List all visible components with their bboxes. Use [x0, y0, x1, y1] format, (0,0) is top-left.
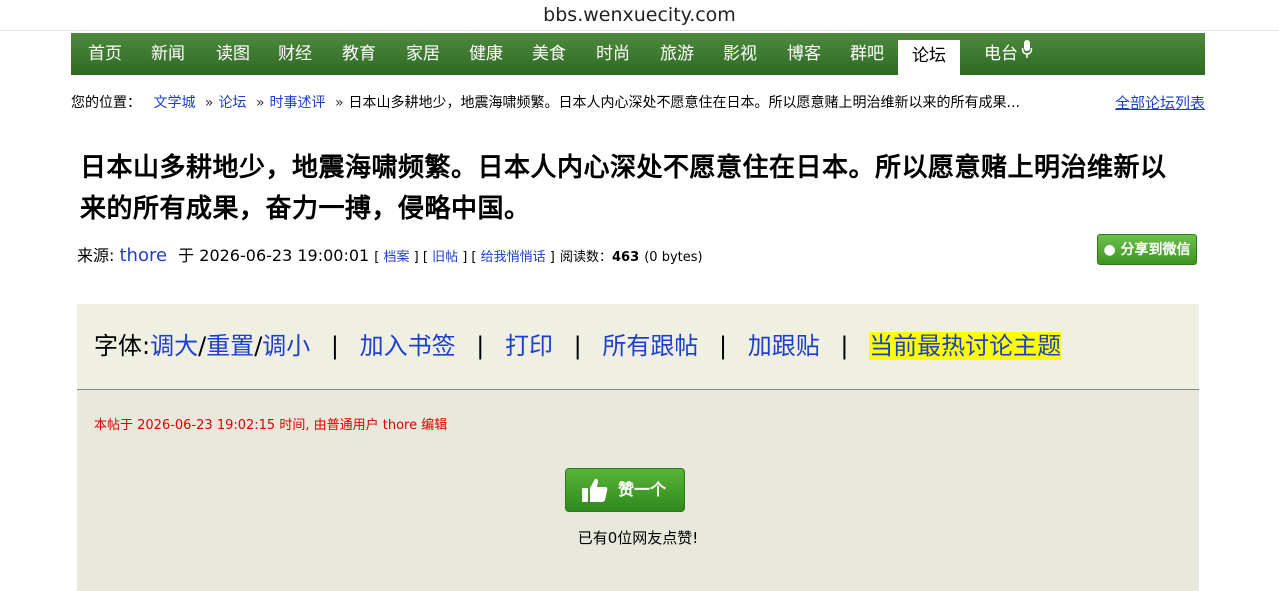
archive-bracket: [ 档案 ] [ 旧帖 ] [ 给我悄悄话 ]: [374, 250, 555, 265]
nav-item-finance[interactable]: 财经: [278, 33, 312, 75]
font-reset-link[interactable]: 重置: [206, 332, 254, 360]
reads-label: 阅读数：: [559, 250, 612, 265]
post-meta: 来源: thore 于 2026-06-23 19:00:01 [ 档案 ] […: [77, 245, 703, 269]
like-count: 已有0位网友点赞!: [577, 529, 699, 547]
nav-item-food[interactable]: 美食: [532, 33, 566, 75]
address-bar[interactable]: bbs.wenxuecity.com: [0, 0, 1279, 31]
breadcrumb-link-current-affairs[interactable]: 时事述评: [270, 95, 326, 111]
slash: /: [198, 332, 207, 360]
post-body: 本帖于 2026-06-23 19:02:15 时间, 由普通用户 thore …: [77, 390, 1199, 591]
thumbs-up-icon: [580, 475, 610, 509]
at-label: 于: [178, 246, 195, 265]
nav-item-radio[interactable]: 电台: [984, 33, 1033, 75]
old-posts-link[interactable]: 旧帖: [432, 250, 458, 265]
breadcrumb-link-wenxuecity[interactable]: 文学城: [153, 95, 195, 111]
nav-item-health[interactable]: 健康: [469, 33, 503, 75]
breadcrumb-link-forum[interactable]: 论坛: [218, 95, 246, 111]
divider: |: [840, 332, 849, 360]
nav-item-education[interactable]: 教育: [342, 33, 376, 75]
post-datetime: 2026-06-23 19:00:01: [199, 246, 370, 265]
edit-note: 本帖于 2026-06-23 19:02:15 时间, 由普通用户 thore …: [94, 418, 448, 433]
divider: |: [330, 332, 340, 360]
share-wechat-label: 分享到微信: [1120, 242, 1191, 258]
author-link[interactable]: thore: [120, 245, 168, 266]
whisper-link[interactable]: 给我悄悄话: [481, 250, 546, 265]
like-button[interactable]: 赞一个: [565, 468, 685, 512]
breadcrumb-current: 日本山多耕地少，地震海啸频繁。日本人内心深处不愿意住在日本。所以愿意赌上明治维新…: [348, 95, 1020, 111]
breadcrumb-separator: »: [204, 95, 214, 111]
nav-item-fashion[interactable]: 时尚: [596, 33, 630, 75]
nav-item-travel[interactable]: 旅游: [660, 33, 694, 75]
divider: |: [573, 332, 582, 360]
post-toolbar: 字体:调大/重置/调小 | 加入书签 | 打印 | 所有跟帖 | 加跟贴 | 当…: [77, 304, 1199, 390]
breadcrumb-separator: »: [255, 95, 265, 111]
wechat-icon: ●: [1103, 242, 1116, 258]
breadcrumb: 您的位置： 文学城 » 论坛 » 时事述评 » 日本山多耕地少，地震海啸频繁。日本人内…: [71, 92, 1205, 114]
nav-item-radio-label: 电台: [984, 44, 1018, 64]
microphone-icon: [1021, 33, 1033, 75]
bookmark-link[interactable]: 加入书签: [360, 332, 456, 360]
main-nav: 首页 新闻 读图 财经 教育 家居 健康 美食 时尚 旅游 影视 博客 群吧 论…: [71, 33, 1205, 75]
font-label: 字体:: [94, 332, 151, 360]
nav-item-groups[interactable]: 群吧: [850, 33, 884, 75]
reply-link[interactable]: 加跟贴: [748, 332, 820, 360]
divider: |: [719, 332, 728, 360]
nav-item-home-living[interactable]: 家居: [406, 33, 440, 75]
divider: |: [476, 332, 485, 360]
font-smaller-link[interactable]: 调小: [262, 332, 310, 360]
nav-item-pictures[interactable]: 读图: [216, 33, 250, 75]
hot-topics-link[interactable]: 当前最热讨论主题: [869, 332, 1062, 360]
all-forums-link[interactable]: 全部论坛列表: [1115, 92, 1205, 114]
post-size: (0 bytes): [644, 250, 703, 265]
post-title: 日本山多耕地少，地震海啸频繁。日本人内心深处不愿意住在日本。所以愿意赌上明治维新…: [80, 153, 1167, 224]
nav-item-forum[interactable]: 论坛: [898, 40, 960, 75]
share-wechat-button[interactable]: ● 分享到微信: [1097, 234, 1197, 265]
print-link[interactable]: 打印: [505, 332, 553, 360]
nav-item-movies[interactable]: 影视: [723, 33, 757, 75]
all-replies-link[interactable]: 所有跟帖: [602, 332, 698, 360]
breadcrumb-separator: »: [334, 95, 344, 111]
nav-item-home[interactable]: 首页: [88, 33, 122, 75]
reads-count: 463: [611, 250, 640, 265]
breadcrumb-prefix: 您的位置：: [71, 95, 141, 111]
archive-link[interactable]: 档案: [384, 250, 410, 265]
like-button-label: 赞一个: [618, 480, 667, 499]
font-bigger-link[interactable]: 调大: [150, 332, 198, 360]
nav-item-news[interactable]: 新闻: [151, 33, 185, 75]
nav-item-blog[interactable]: 博客: [787, 33, 821, 75]
source-label: 来源:: [77, 246, 115, 265]
